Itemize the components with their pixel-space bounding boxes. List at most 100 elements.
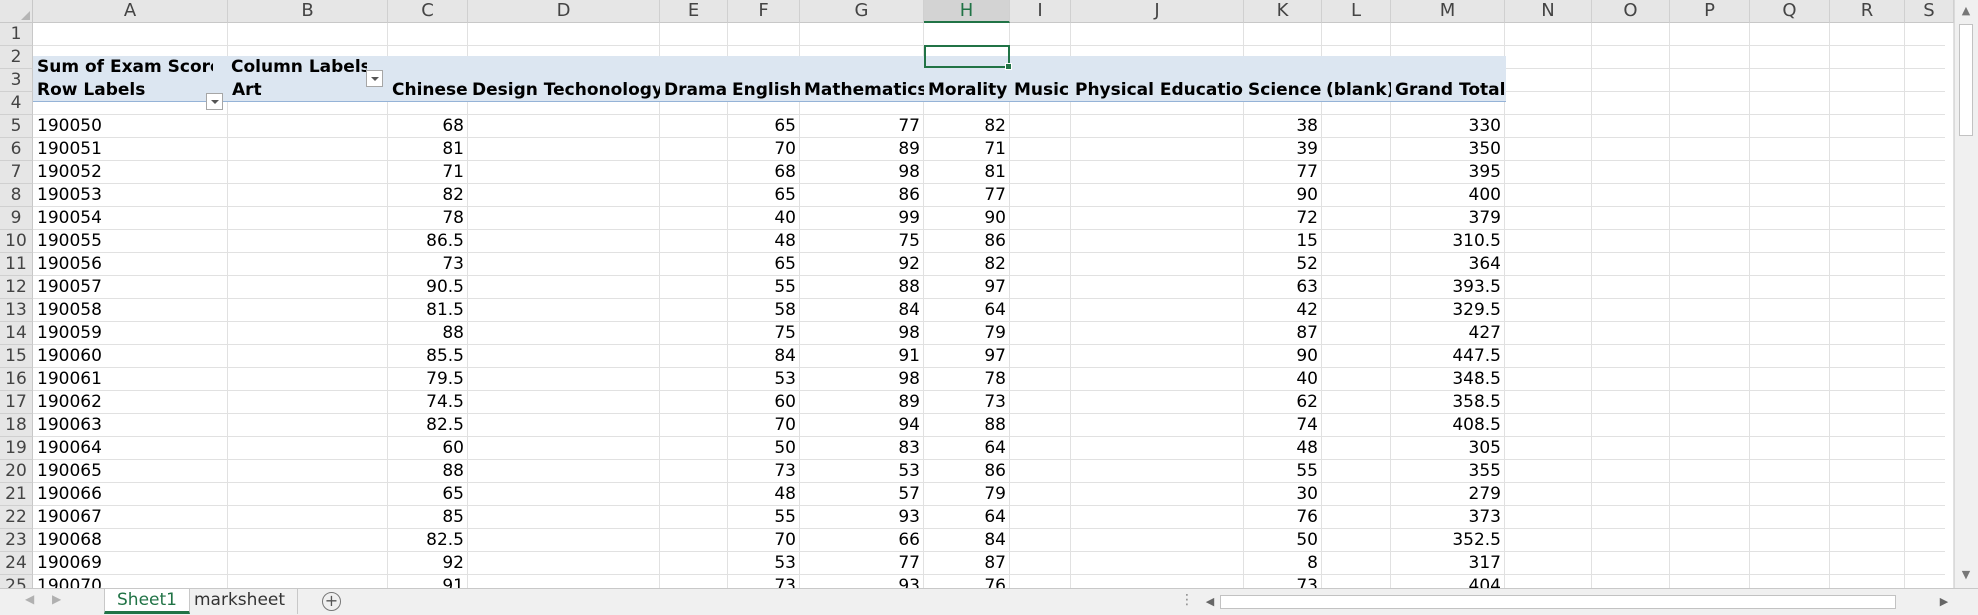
row-label-190050[interactable]: 190050 [33, 115, 228, 138]
cell-mathematics[interactable]: 89 [800, 138, 924, 161]
horizontal-scrollbar[interactable]: ◀ ▶ [1202, 593, 1954, 611]
subject-header-mathematics[interactable]: Mathematics [800, 79, 924, 102]
cell-total[interactable]: 373 [1391, 506, 1505, 529]
scroll-right-icon[interactable]: ▶ [1936, 593, 1952, 611]
cell-morality[interactable]: 77 [924, 184, 1010, 207]
cell-science[interactable]: 39 [1244, 138, 1322, 161]
cell-science[interactable]: 72 [1244, 207, 1322, 230]
column-header-m[interactable]: M [1391, 0, 1505, 23]
cell-mathematics[interactable]: 83 [800, 437, 924, 460]
cell-morality[interactable]: 76 [924, 575, 1010, 588]
cell-morality[interactable]: 79 [924, 322, 1010, 345]
cell-total[interactable]: 329.5 [1391, 299, 1505, 322]
row-header-9[interactable]: 9 [0, 207, 33, 230]
cell-total[interactable]: 310.5 [1391, 230, 1505, 253]
row-label-190065[interactable]: 190065 [33, 460, 228, 483]
cell-mathematics[interactable]: 66 [800, 529, 924, 552]
cell-science[interactable]: 52 [1244, 253, 1322, 276]
horizontal-scroll-thumb[interactable] [1220, 595, 1896, 609]
scroll-down-icon[interactable]: ▼ [1957, 566, 1975, 584]
cell-english[interactable]: 53 [728, 368, 800, 391]
row-header-19[interactable]: 19 [0, 437, 33, 460]
cell-chinese[interactable]: 85 [388, 506, 468, 529]
subject-header-science[interactable]: Science [1244, 79, 1322, 102]
cell-chinese[interactable]: 92 [388, 552, 468, 575]
cell-english[interactable]: 84 [728, 345, 800, 368]
cell-total[interactable]: 305 [1391, 437, 1505, 460]
cell-science[interactable]: 8 [1244, 552, 1322, 575]
row-header-24[interactable]: 24 [0, 552, 33, 575]
cell-science[interactable]: 90 [1244, 184, 1322, 207]
cell-total[interactable]: 279 [1391, 483, 1505, 506]
cell-total[interactable]: 408.5 [1391, 414, 1505, 437]
row-label-190054[interactable]: 190054 [33, 207, 228, 230]
subject-header-drama[interactable]: Drama [660, 79, 728, 102]
cell-science[interactable]: 87 [1244, 322, 1322, 345]
cell-mathematics[interactable]: 53 [800, 460, 924, 483]
cell-science[interactable]: 62 [1244, 391, 1322, 414]
row-header-4[interactable]: 4 [0, 92, 33, 115]
cell-mathematics[interactable]: 88 [800, 276, 924, 299]
row-header-3[interactable]: 3 [0, 69, 33, 92]
cell-science[interactable]: 42 [1244, 299, 1322, 322]
cell-mathematics[interactable]: 94 [800, 414, 924, 437]
cell-english[interactable]: 65 [728, 115, 800, 138]
pivot-value-label[interactable]: Sum of Exam Score % [33, 56, 213, 79]
cell-total[interactable]: 348.5 [1391, 368, 1505, 391]
cell-total[interactable]: 364 [1391, 253, 1505, 276]
cell-science[interactable]: 30 [1244, 483, 1322, 506]
cell-chinese[interactable]: 60 [388, 437, 468, 460]
row-label-190068[interactable]: 190068 [33, 529, 228, 552]
column-header-h[interactable]: H [924, 0, 1010, 23]
cell-chinese[interactable]: 79.5 [388, 368, 468, 391]
cell-morality[interactable]: 82 [924, 253, 1010, 276]
column-header-j[interactable]: J [1071, 0, 1244, 23]
cell-morality[interactable]: 79 [924, 483, 1010, 506]
cell-mathematics[interactable]: 99 [800, 207, 924, 230]
row-label-190056[interactable]: 190056 [33, 253, 228, 276]
pivot-column-labels[interactable]: Column Labels [227, 56, 367, 79]
cell-total[interactable]: 355 [1391, 460, 1505, 483]
row-header-15[interactable]: 15 [0, 345, 33, 368]
pivot-row-labels[interactable]: Row Labels [33, 79, 203, 102]
cell-science[interactable]: 63 [1244, 276, 1322, 299]
row-header-18[interactable]: 18 [0, 414, 33, 437]
cell-morality[interactable]: 97 [924, 345, 1010, 368]
subject-header-english[interactable]: English [728, 79, 800, 102]
row-header-7[interactable]: 7 [0, 161, 33, 184]
subject-header-chinese[interactable]: Chinese [388, 79, 468, 102]
cell-morality[interactable]: 87 [924, 552, 1010, 575]
row-label-190062[interactable]: 190062 [33, 391, 228, 414]
cell-english[interactable]: 55 [728, 276, 800, 299]
row-header-11[interactable]: 11 [0, 253, 33, 276]
row-label-190057[interactable]: 190057 [33, 276, 228, 299]
cell-morality[interactable]: 84 [924, 529, 1010, 552]
column-header-p[interactable]: P [1670, 0, 1750, 23]
row-label-190064[interactable]: 190064 [33, 437, 228, 460]
row-label-190061[interactable]: 190061 [33, 368, 228, 391]
cell-mathematics[interactable]: 89 [800, 391, 924, 414]
column-header-e[interactable]: E [660, 0, 728, 23]
cell-english[interactable]: 73 [728, 575, 800, 588]
subject-header-art[interactable]: Art [228, 79, 388, 102]
row-header-13[interactable]: 13 [0, 299, 33, 322]
cell-chinese[interactable]: 82.5 [388, 529, 468, 552]
cell-science[interactable]: 50 [1244, 529, 1322, 552]
cell-chinese[interactable]: 81 [388, 138, 468, 161]
cell-morality[interactable]: 86 [924, 230, 1010, 253]
cell-chinese[interactable]: 74.5 [388, 391, 468, 414]
cell-chinese[interactable]: 82.5 [388, 414, 468, 437]
row-header-5[interactable]: 5 [0, 115, 33, 138]
cell-chinese[interactable]: 88 [388, 460, 468, 483]
column-header-r[interactable]: R [1830, 0, 1905, 23]
cell-chinese[interactable]: 68 [388, 115, 468, 138]
column-header-s[interactable]: S [1905, 0, 1954, 23]
row-header-17[interactable]: 17 [0, 391, 33, 414]
cell-science[interactable]: 74 [1244, 414, 1322, 437]
cell-morality[interactable]: 97 [924, 276, 1010, 299]
cell-english[interactable]: 60 [728, 391, 800, 414]
column-header-d[interactable]: D [468, 0, 660, 23]
cell-science[interactable]: 38 [1244, 115, 1322, 138]
cell-total[interactable]: 427 [1391, 322, 1505, 345]
vertical-scroll-thumb[interactable] [1959, 24, 1973, 136]
